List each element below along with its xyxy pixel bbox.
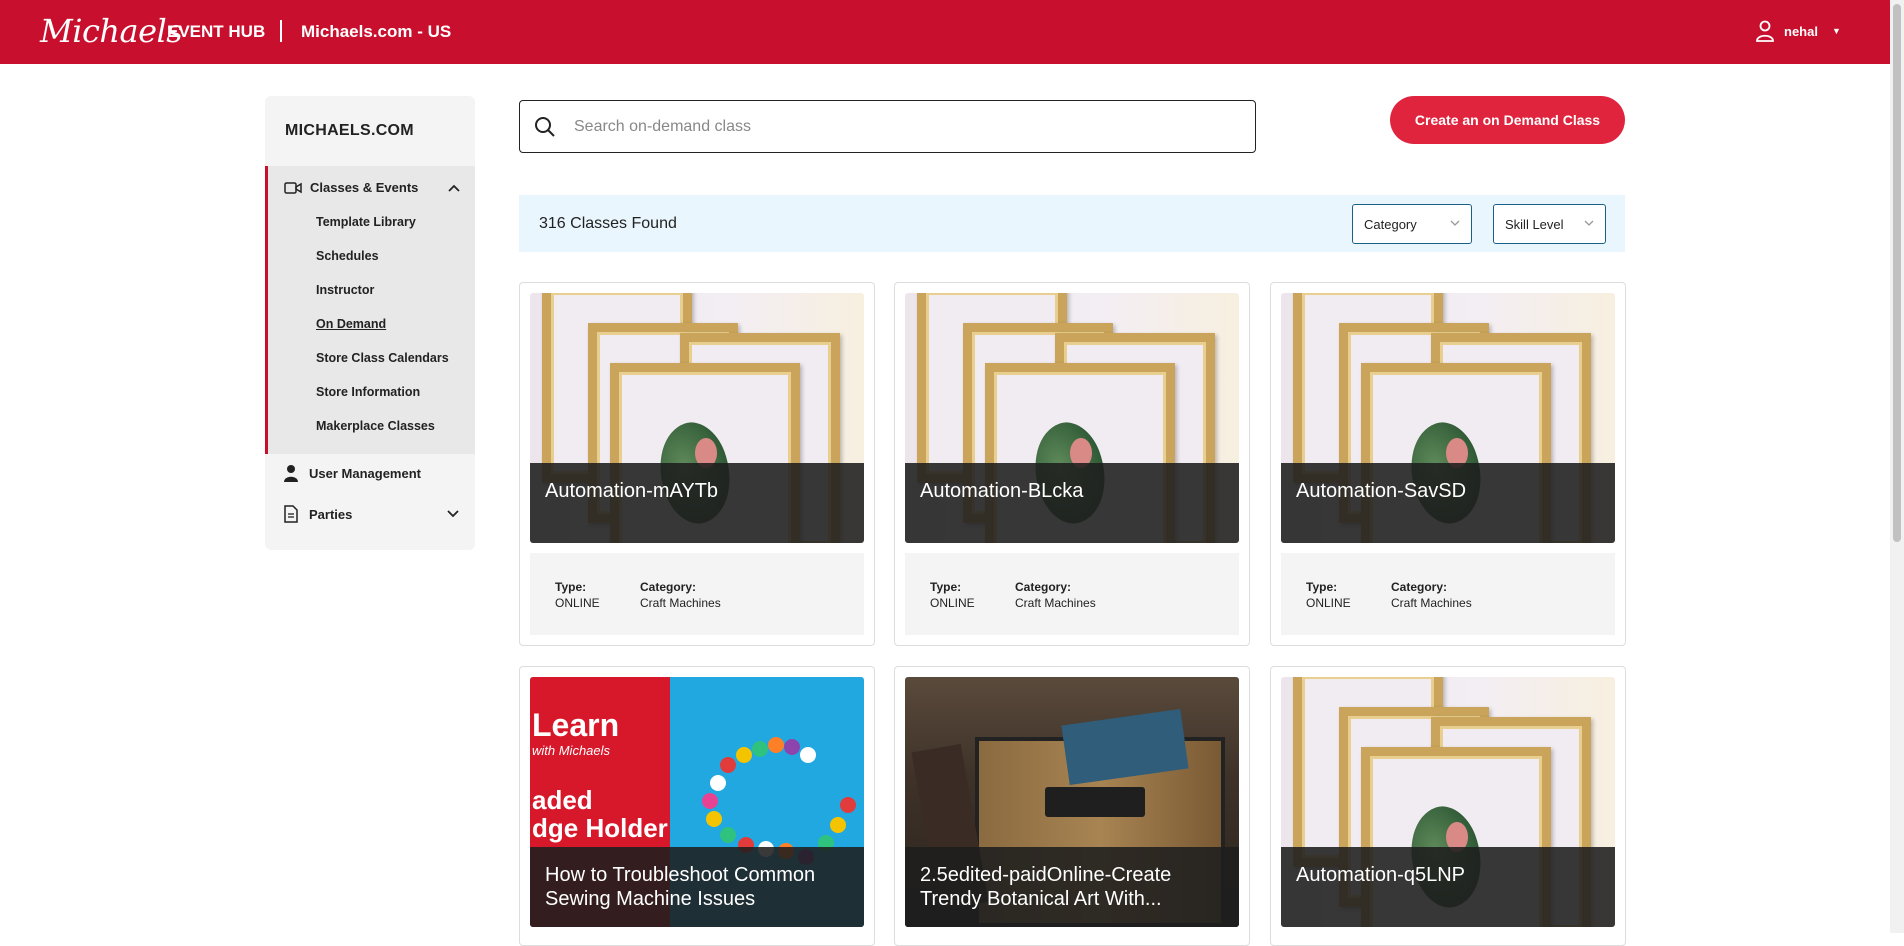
- scrollbar[interactable]: [1890, 0, 1904, 933]
- class-card[interactable]: Automation-BLcka Type: ONLINE Category: Cr…: [894, 282, 1250, 646]
- user-name: nehal: [1784, 23, 1818, 39]
- event-hub-label: EVENT HUB: [167, 22, 266, 41]
- skill-level-dropdown[interactable]: Skill Level: [1493, 204, 1606, 244]
- sidebar-item-makerplace-classes[interactable]: Makerplace Classes: [316, 418, 449, 452]
- category-value: Craft Machines: [1391, 596, 1472, 610]
- class-title: Automation-q5LNP: [1281, 847, 1615, 927]
- scrollbar-thumb[interactable]: [1893, 4, 1901, 542]
- sidebar-section-classes: Classes & Events Template Library Schedu…: [265, 166, 475, 454]
- class-thumbnail[interactable]: Automation-SavSD: [1281, 293, 1615, 543]
- sidebar-item-label: Parties: [309, 506, 353, 522]
- type-value: ONLINE: [1306, 596, 1351, 610]
- top-header: Michaels EVENT HUB Michaels.com - US neh…: [0, 0, 1890, 64]
- class-meta: Type: ONLINE Category: Craft Machines: [530, 553, 864, 635]
- sidebar-item-classes-events[interactable]: Classes & Events: [284, 180, 460, 195]
- category-label: Category:: [1391, 580, 1448, 594]
- class-thumbnail[interactable]: 2.5edited-paidOnline-Create Trendy Botan…: [905, 677, 1239, 927]
- art-text-line1: aded: [532, 785, 593, 815]
- search-box: [519, 100, 1256, 153]
- sidebar-item-user-management[interactable]: User Management: [283, 464, 459, 482]
- sidebar-title: MICHAELS.COM: [285, 122, 414, 139]
- class-card[interactable]: Automation-q5LNP: [1270, 666, 1626, 946]
- class-card[interactable]: Learn with Michaels aded dge Holder How …: [519, 666, 875, 946]
- type-label: Type:: [930, 580, 962, 594]
- class-title: Automation-mAYTb: [530, 463, 864, 543]
- class-meta: Type: ONLINE Category: Craft Machines: [905, 553, 1239, 635]
- video-camera-icon: [284, 181, 302, 194]
- chevron-up-icon[interactable]: [448, 184, 460, 192]
- user-icon: [1756, 20, 1774, 42]
- class-title: 2.5edited-paidOnline-Create Trendy Botan…: [905, 847, 1239, 927]
- sidebar-item-store-class-calendars[interactable]: Store Class Calendars: [316, 350, 449, 384]
- header-divider: [280, 20, 282, 42]
- search-input[interactable]: [574, 117, 1214, 136]
- person-icon: [284, 465, 298, 482]
- sidebar-item-parties[interactable]: Parties: [283, 505, 459, 523]
- art-text-line2: dge Holder: [532, 813, 668, 843]
- class-thumbnail[interactable]: Automation-BLcka: [905, 293, 1239, 543]
- user-menu[interactable]: nehal ▼: [1756, 20, 1841, 42]
- type-value: ONLINE: [930, 596, 975, 610]
- sidebar-item-schedules[interactable]: Schedules: [316, 248, 449, 282]
- results-bar: 316 Classes Found Category Skill Level: [519, 195, 1625, 252]
- chevron-down-icon[interactable]: [447, 510, 459, 518]
- chevron-down-icon: [1584, 220, 1594, 226]
- results-count: 316 Classes Found: [539, 215, 677, 232]
- sidebar-item-on-demand[interactable]: On Demand: [316, 316, 449, 350]
- category-value: Craft Machines: [640, 596, 721, 610]
- class-card[interactable]: 2.5edited-paidOnline-Create Trendy Botan…: [894, 666, 1250, 946]
- art-text-learn: Learn: [532, 707, 620, 743]
- category-dropdown[interactable]: Category: [1352, 204, 1472, 244]
- create-on-demand-class-button[interactable]: Create an on Demand Class: [1390, 96, 1625, 144]
- category-label: Category:: [1015, 580, 1072, 594]
- type-value: ONLINE: [555, 596, 600, 610]
- class-thumbnail[interactable]: Automation-q5LNP: [1281, 677, 1615, 927]
- sidebar-item-store-information[interactable]: Store Information: [316, 384, 449, 418]
- chevron-down-icon: [1450, 220, 1460, 226]
- caret-down-icon: ▼: [1831, 26, 1841, 36]
- document-icon: [284, 505, 298, 523]
- category-value: Craft Machines: [1015, 596, 1096, 610]
- category-dropdown-label: Category: [1364, 216, 1417, 232]
- michaels-logo[interactable]: Michaels: [40, 12, 183, 50]
- category-label: Category:: [640, 580, 697, 594]
- class-meta: Type: ONLINE Category: Craft Machines: [1281, 553, 1615, 635]
- type-label: Type:: [1306, 580, 1338, 594]
- art-text-with: with Michaels: [532, 743, 611, 758]
- sidebar: MICHAELS.COM Classes & Events Template L…: [265, 96, 475, 550]
- class-title: Automation-BLcka: [905, 463, 1239, 543]
- class-title: Automation-SavSD: [1281, 463, 1615, 543]
- site-selector[interactable]: Michaels.com - US: [301, 22, 451, 42]
- sidebar-item-label: Classes & Events: [310, 180, 419, 195]
- skill-level-dropdown-label: Skill Level: [1505, 216, 1564, 232]
- sidebar-item-template-library[interactable]: Template Library: [316, 214, 449, 248]
- class-title: How to Troubleshoot Common Sewing Machin…: [530, 847, 864, 927]
- class-thumbnail[interactable]: Learn with Michaels aded dge Holder How …: [530, 677, 864, 927]
- class-thumbnail[interactable]: Automation-mAYTb: [530, 293, 864, 543]
- type-label: Type:: [555, 580, 587, 594]
- search-icon: [535, 116, 555, 137]
- sidebar-item-label: User Management: [309, 465, 421, 481]
- sidebar-item-instructor[interactable]: Instructor: [316, 282, 449, 316]
- class-card[interactable]: Automation-SavSD Type: ONLINE Category: Cr…: [1270, 282, 1626, 646]
- class-card[interactable]: Automation-mAYTb Type: ONLINE Category: Cr…: [519, 282, 875, 646]
